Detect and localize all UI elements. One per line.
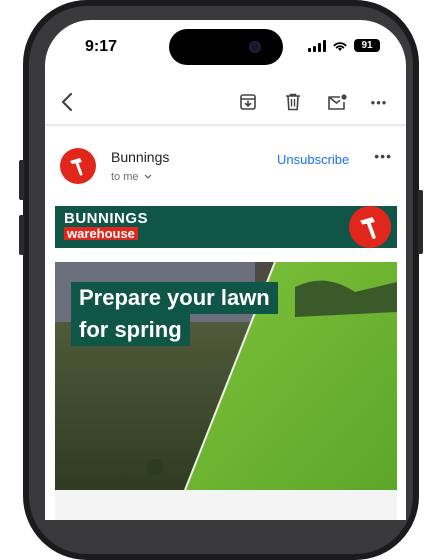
message-more-button[interactable]: ••• <box>374 148 392 164</box>
hammer-icon <box>360 217 376 239</box>
headline-line-2: for spring <box>71 314 190 346</box>
power-button <box>418 190 423 254</box>
email-toolbar: ••• <box>45 80 406 124</box>
logo-top: BUNNINGS <box>64 210 149 227</box>
battery-indicator: 91 <box>354 39 380 52</box>
chevron-left-icon[interactable] <box>55 90 79 114</box>
archive-icon[interactable] <box>236 90 260 114</box>
hammer-icon <box>70 158 83 176</box>
hero-image[interactable]: Prepare your lawn for spring <box>55 262 397 490</box>
status-icons: 91 <box>308 39 380 52</box>
unsubscribe-button[interactable]: Unsubscribe <box>277 152 349 167</box>
volume-button <box>19 215 24 255</box>
volume-button <box>19 160 24 200</box>
logo-bottom: warehouse <box>64 227 138 240</box>
headline-line-1: Prepare your lawn <box>71 282 278 314</box>
bunnings-logo: BUNNINGS warehouse <box>64 211 148 242</box>
email-banner[interactable]: BUNNINGS warehouse <box>55 206 397 248</box>
toolbar-divider <box>45 124 406 128</box>
hero-headline: Prepare your lawn for spring <box>71 282 278 346</box>
signal-icon <box>308 39 326 52</box>
sender-name: Bunnings <box>111 149 170 165</box>
mail-unread-icon[interactable] <box>325 90 349 114</box>
recipient-label: to me <box>111 171 139 183</box>
camera-icon <box>249 41 261 53</box>
screen: 9:17 91 ••• Bunnings to me Unsubscribe •… <box>45 20 406 520</box>
email-body-continuation <box>55 490 397 520</box>
status-time: 9:17 <box>85 38 118 55</box>
chevron-down-icon <box>144 174 152 179</box>
avatar <box>60 148 96 184</box>
trash-icon[interactable] <box>281 90 305 114</box>
hammer-badge <box>349 206 391 248</box>
dynamic-island <box>169 29 283 65</box>
wifi-icon <box>333 41 347 51</box>
more-horizontal-icon[interactable]: ••• <box>367 90 391 114</box>
recipient-toggle[interactable]: to me <box>111 171 152 183</box>
